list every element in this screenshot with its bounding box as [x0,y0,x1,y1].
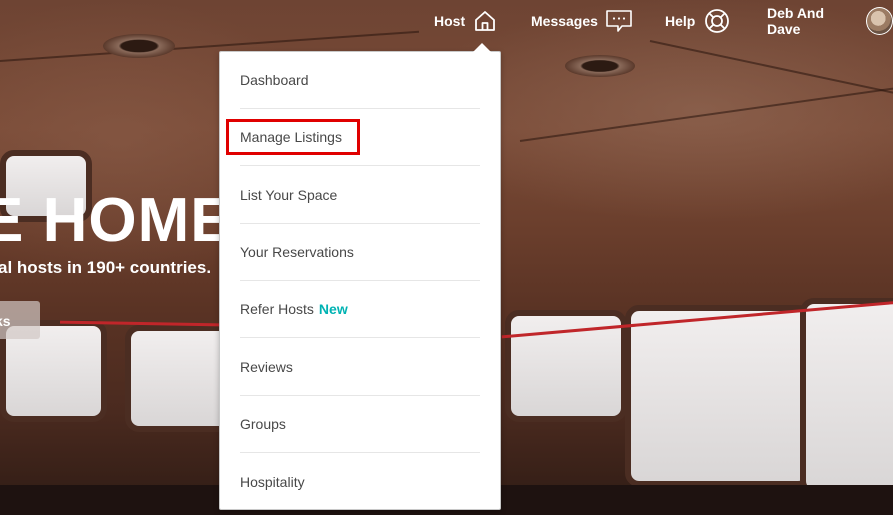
home-icon [473,9,497,33]
hero-subtitle: al hosts in 190+ countries. [0,258,212,277]
menu-item-hospitality[interactable]: Hospitality [240,453,480,510]
cabin-window [800,298,893,495]
menu-item-groups[interactable]: Groups [240,396,480,453]
menu-item-label: Refer Hosts [240,301,314,317]
nav-help-label: Help [665,13,696,29]
top-navigation: Host Messages Help Deb And Dave [0,0,893,44]
hero-title: E HOME [0,186,233,255]
menu-item-label: Your Reservations [240,244,354,260]
menu-item-label: Reviews [240,359,293,375]
menu-item-reviews[interactable]: Reviews [240,339,480,396]
nav-user-menu[interactable]: Deb And Dave [767,0,893,42]
chat-bubble-icon [605,8,633,34]
life-ring-icon [704,8,730,34]
new-badge: New [318,301,348,317]
menu-item-manage-listings[interactable]: Manage Listings [240,109,480,166]
menu-item-label: Manage Listings [240,129,342,145]
ceiling-seam [649,40,893,97]
nav-user-label: Deb And Dave [767,5,825,37]
ceiling-seam [519,87,893,142]
ceiling-light [565,55,635,77]
nav-help[interactable]: Help [665,0,730,42]
nav-messages-label: Messages [531,13,598,29]
menu-item-label: List Your Space [240,187,338,203]
avatar [865,7,893,35]
cabin-window [625,305,812,487]
dropdown-caret [473,43,491,52]
menu-item-dashboard[interactable]: Dashboard [240,52,480,109]
menu-item-label: Hospitality [240,473,305,490]
hero-cta-button[interactable]: ks [0,301,40,339]
menu-item-refer-hosts[interactable]: Refer Hosts New [240,281,480,338]
menu-item-your-reservations[interactable]: Your Reservations [240,224,480,281]
nav-messages[interactable]: Messages [531,0,633,42]
menu-item-list-your-space[interactable]: List Your Space [240,167,480,224]
nav-host[interactable]: Host [434,0,497,42]
host-dropdown-menu: Dashboard Manage Listings List Your Spac… [219,43,501,510]
menu-item-label: Dashboard [240,72,309,88]
menu-item-label: Groups [240,416,286,432]
hero-cta-label: ks [0,313,11,329]
nav-host-label: Host [434,13,466,29]
